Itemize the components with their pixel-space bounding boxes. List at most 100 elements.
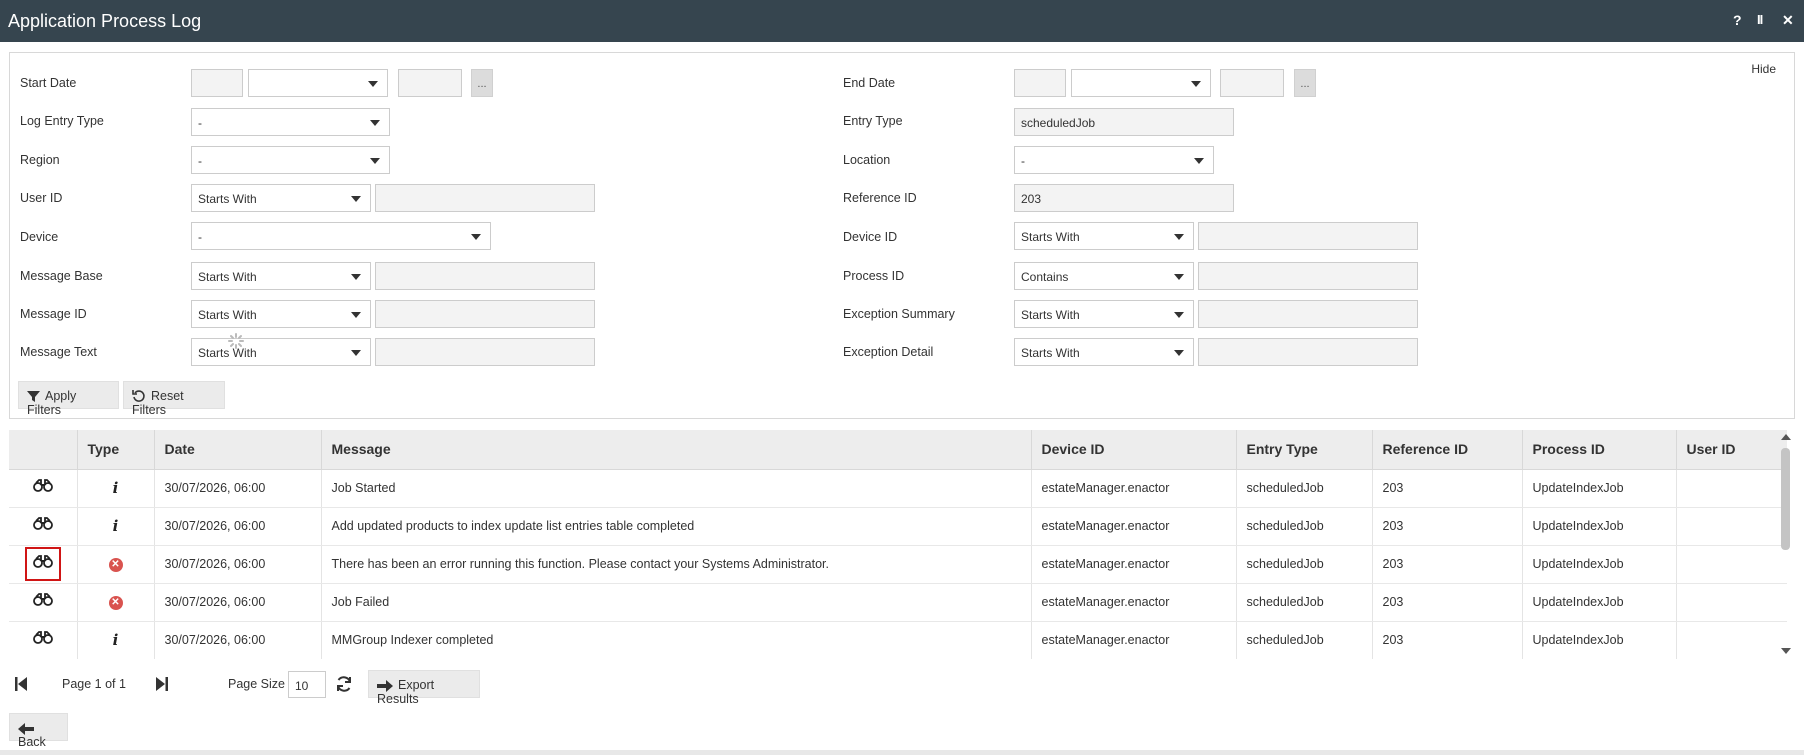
device-id-input[interactable] — [1198, 222, 1418, 250]
table-row[interactable]: i 30/07/2026, 06:00 MMGroup Indexer comple… — [9, 621, 1787, 659]
scrollbar-thumb[interactable] — [1781, 448, 1790, 550]
end-time-select[interactable] — [1071, 69, 1211, 97]
grid-scrollbar[interactable] — [1779, 430, 1793, 659]
start-date-input[interactable] — [191, 69, 243, 97]
device-id-operator-value: Starts With — [1021, 230, 1080, 244]
back-button[interactable]: Back — [9, 713, 68, 749]
view-cell — [9, 507, 78, 546]
message-base-operator-select[interactable]: Starts With — [191, 262, 371, 290]
type-cell: i — [77, 469, 155, 508]
first-page-icon[interactable] — [14, 676, 28, 695]
process-id-input[interactable] — [1198, 262, 1418, 290]
end-date-input[interactable] — [1014, 69, 1066, 97]
scroll-down-icon[interactable] — [1781, 648, 1791, 654]
pause-icon[interactable]: II — [1757, 12, 1763, 27]
entry-type-cell: scheduledJob — [1236, 469, 1373, 508]
device-label: Device — [20, 230, 59, 244]
exception-detail-operator-select[interactable]: Starts With — [1014, 338, 1194, 366]
binoculars-icon[interactable] — [25, 585, 61, 619]
date-cell: 30/07/2026, 06:00 — [154, 583, 322, 622]
process-id-operator-select[interactable]: Contains — [1014, 262, 1194, 290]
table-row[interactable]: ✕ 30/07/2026, 06:00 There has been an erro… — [9, 545, 1787, 584]
binoculars-icon[interactable] — [25, 471, 61, 505]
binoculars-icon[interactable] — [24, 547, 61, 581]
type-cell: i — [77, 507, 155, 546]
end-date-picker-button[interactable]: ... — [1294, 69, 1316, 97]
exception-detail-operator-value: Starts With — [1021, 346, 1080, 360]
user-id-cell — [1676, 507, 1787, 546]
view-cell — [9, 545, 78, 584]
message-text-operator-select[interactable]: Starts With — [191, 338, 371, 366]
filter-icon — [27, 391, 40, 402]
table-row[interactable]: ✕ 30/07/2026, 06:00 Job Failed estateManage… — [9, 583, 1787, 622]
binoculars-icon[interactable] — [25, 509, 61, 543]
page-size-label: Page Size — [228, 677, 285, 691]
scroll-up-icon[interactable] — [1781, 434, 1791, 440]
device-select[interactable]: - — [191, 222, 491, 250]
column-header-message[interactable]: Message — [321, 430, 1032, 470]
message-text-input[interactable] — [375, 338, 595, 366]
apply-filters-button[interactable]: Apply Filters — [18, 381, 119, 417]
message-id-input[interactable] — [375, 300, 595, 328]
page-size-input[interactable]: 10 — [288, 671, 326, 698]
exception-summary-label: Exception Summary — [843, 307, 955, 321]
column-header-user-id[interactable]: User ID — [1676, 430, 1787, 470]
location-select[interactable]: - — [1014, 146, 1214, 174]
message-cell: Job Failed — [321, 583, 1032, 622]
last-page-icon[interactable] — [155, 676, 169, 695]
start-time-select[interactable] — [248, 69, 388, 97]
user-id-cell — [1676, 545, 1787, 584]
exception-detail-input[interactable] — [1198, 338, 1418, 366]
reference-id-input[interactable]: 203 — [1014, 184, 1234, 212]
export-results-button[interactable]: Export Results — [368, 670, 480, 706]
reference-id-cell: 203 — [1372, 545, 1523, 584]
start-date-extra-input[interactable] — [398, 69, 462, 97]
device-id-cell: estateManager.enactor — [1031, 621, 1237, 659]
binoculars-icon[interactable] — [25, 623, 61, 657]
column-header-entry-type[interactable]: Entry Type — [1236, 430, 1373, 470]
reference-id-cell: 203 — [1372, 583, 1523, 622]
device-id-operator-select[interactable]: Starts With — [1014, 222, 1194, 250]
reference-id-cell: 203 — [1372, 507, 1523, 546]
back-label: Back — [18, 735, 46, 749]
entry-type-input[interactable]: scheduledJob — [1014, 108, 1234, 136]
header-row: Type Date Message Device ID Entry Type R… — [9, 430, 1787, 470]
chevron-down-icon — [1174, 274, 1184, 280]
table-row[interactable]: i 30/07/2026, 06:00 Add updated products t… — [9, 507, 1787, 546]
column-header-device-id[interactable]: Device ID — [1031, 430, 1237, 470]
column-header-type[interactable]: Type — [77, 430, 155, 470]
chevron-down-icon — [1191, 81, 1201, 87]
exception-summary-operator-select[interactable]: Starts With — [1014, 300, 1194, 328]
message-cell: There has been an error running this fun… — [321, 545, 1032, 584]
process-id-cell: UpdateIndexJob — [1522, 507, 1677, 546]
table-row[interactable]: i 30/07/2026, 06:00 Job Started estateManag… — [9, 469, 1787, 508]
reset-filters-button[interactable]: Reset Filters — [123, 381, 225, 417]
column-header-reference-id[interactable]: Reference ID — [1372, 430, 1523, 470]
date-cell: 30/07/2026, 06:00 — [154, 469, 322, 508]
page-indicator: Page 1 of 1 — [62, 677, 126, 691]
message-base-input[interactable] — [375, 262, 595, 290]
chevron-down-icon — [471, 234, 481, 240]
user-id-operator-value: Starts With — [198, 192, 257, 206]
start-date-picker-button[interactable]: ... — [471, 69, 493, 97]
log-entry-type-select[interactable]: - — [191, 108, 390, 136]
user-id-input[interactable] — [375, 184, 595, 212]
column-header-date[interactable]: Date — [154, 430, 322, 470]
column-header-process-id[interactable]: Process ID — [1522, 430, 1677, 470]
hide-filters-link[interactable]: Hide — [1751, 62, 1776, 76]
entry-type-cell: scheduledJob — [1236, 621, 1373, 659]
region-select[interactable]: - — [191, 146, 390, 174]
user-id-operator-select[interactable]: Starts With — [191, 184, 371, 212]
chevron-down-icon — [368, 81, 378, 87]
device-id-cell: estateManager.enactor — [1031, 545, 1237, 584]
chevron-down-icon — [1174, 350, 1184, 356]
exception-summary-input[interactable] — [1198, 300, 1418, 328]
close-icon[interactable]: ✕ — [1782, 12, 1794, 29]
end-date-extra-input[interactable] — [1220, 69, 1284, 97]
bottom-divider — [0, 750, 1804, 755]
chevron-down-icon — [1194, 158, 1204, 164]
message-id-operator-select[interactable]: Starts With — [191, 300, 371, 328]
refresh-icon[interactable] — [335, 675, 353, 696]
help-icon[interactable]: ? — [1733, 12, 1742, 28]
message-id-operator-value: Starts With — [198, 308, 257, 322]
